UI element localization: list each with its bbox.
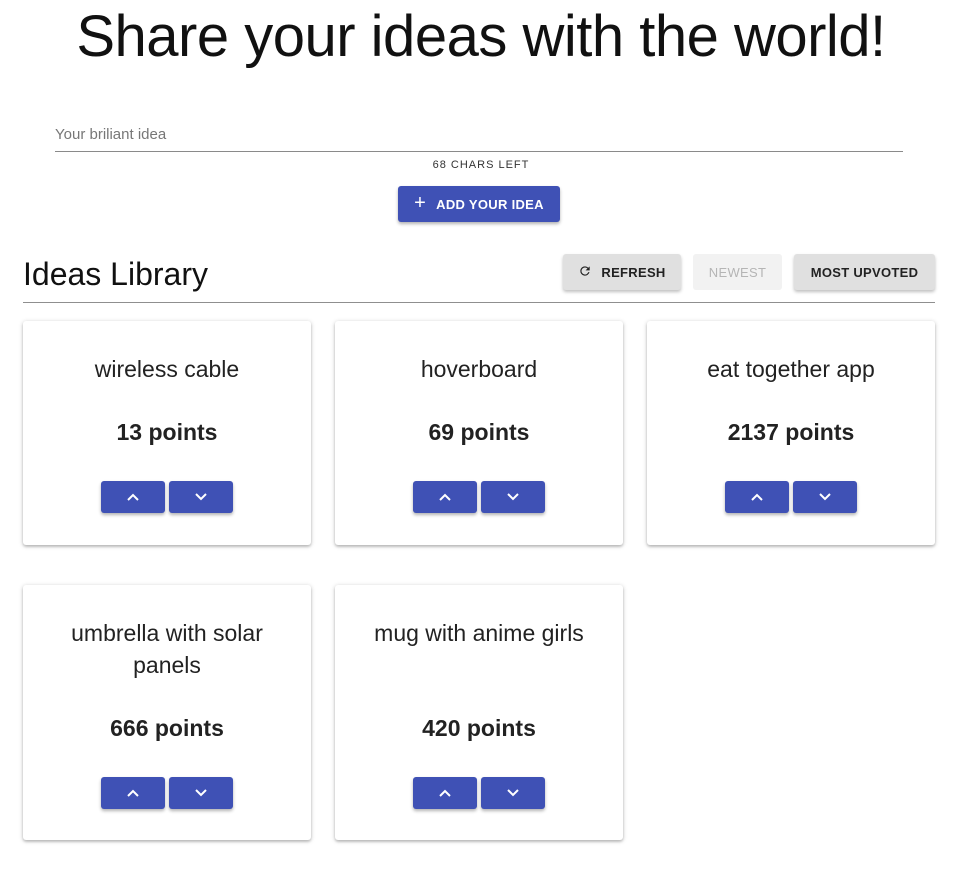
refresh-label: REFRESH [601,264,666,280]
refresh-icon [578,264,592,281]
idea-points: 666 points [110,715,224,741]
library-divider [23,302,935,303]
newest-button[interactable]: NEWEST [693,254,782,290]
plus-icon: + [414,192,427,214]
page-title: Share your ideas with the world! [76,4,886,69]
idea-title: wireless cable [94,356,240,382]
chevron-down-icon [195,493,207,501]
downvote-button[interactable] [169,481,233,513]
idea-input[interactable] [55,118,903,150]
idea-points: 13 points [116,419,218,445]
chevron-up-icon [439,789,451,797]
idea-card: umbrella with solar panels 666 points [23,585,311,840]
newest-label: NEWEST [708,264,767,280]
idea-card: eat together app 2137 points [647,321,935,545]
library-title: Ideas Library [23,256,208,292]
idea-card: wireless cable 13 points [23,321,311,545]
chevron-up-icon [751,493,763,501]
idea-card: mug with anime girls 420 points [335,585,623,840]
idea-title: hoverboard [420,356,538,382]
idea-points: 69 points [428,419,530,445]
upvote-button[interactable] [725,481,789,513]
downvote-button[interactable] [169,777,233,809]
add-idea-button[interactable]: + ADD YOUR IDEA [398,186,560,222]
chevron-down-icon [507,493,519,501]
upvote-button[interactable] [413,777,477,809]
chevron-up-icon [439,493,451,501]
idea-title: umbrella with solar panels [71,620,263,678]
page: Share your ideas with the world! 68 CHAR… [0,0,962,872]
most-upvoted-label: MOST UPVOTED [810,264,919,280]
idea-points: 2137 points [727,419,855,445]
downvote-button[interactable] [481,481,545,513]
idea-points: 420 points [422,715,536,741]
most-upvoted-button[interactable]: MOST UPVOTED [794,254,935,290]
chevron-down-icon [195,789,207,797]
chevron-up-icon [127,789,139,797]
add-idea-label: ADD YOUR IDEA [436,196,544,212]
idea-title: mug with anime girls [374,620,584,646]
downvote-button[interactable] [481,777,545,809]
chevron-up-icon [127,493,139,501]
upvote-button[interactable] [101,481,165,513]
upvote-button[interactable] [413,481,477,513]
refresh-button[interactable]: REFRESH [563,254,681,290]
idea-card: hoverboard 69 points [335,321,623,545]
upvote-button[interactable] [101,777,165,809]
chevron-down-icon [819,493,831,501]
chevron-down-icon [507,789,519,797]
idea-title: eat together app [707,356,875,382]
downvote-button[interactable] [793,481,857,513]
chars-left-counter: 68 CHARS LEFT [432,159,530,171]
idea-input-container [55,118,903,152]
